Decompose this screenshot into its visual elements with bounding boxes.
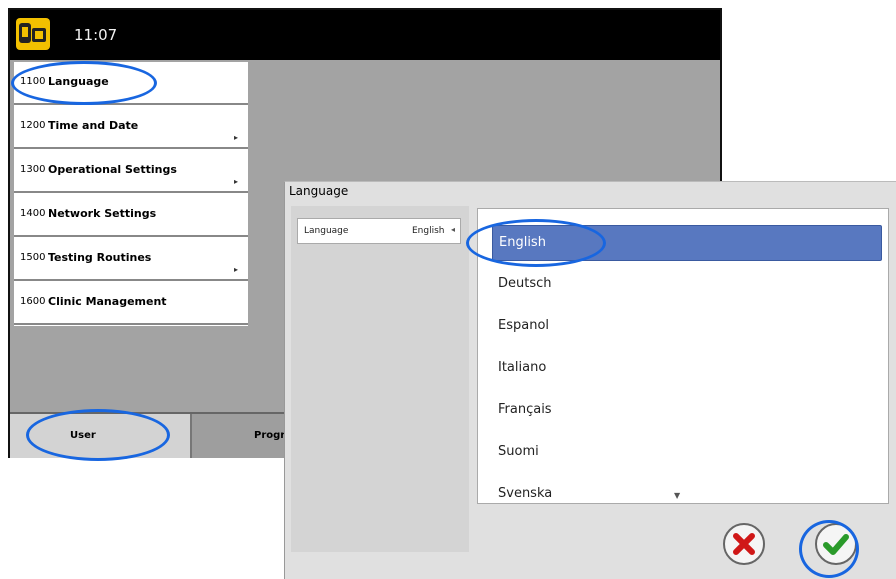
submenu-arrow-icon: ▸ — [233, 265, 238, 274]
option-label: Svenska — [498, 486, 553, 501]
menu-item-testing-routines[interactable]: 1500 Testing Routines ▸ — [14, 238, 248, 281]
menu-item-clinic-management[interactable]: 1600 Clinic Management — [14, 282, 248, 325]
language-option-svenska[interactable]: Svenska — [492, 477, 882, 503]
menu-item-label: Testing Routines — [48, 251, 152, 264]
menu-item-label: Operational Settings — [48, 163, 177, 176]
menu-item-time-and-date[interactable]: 1200 Time and Date ▸ — [14, 106, 248, 149]
selection-indicator-icon: ◂ — [451, 225, 456, 234]
dialog-title: Language — [289, 184, 349, 198]
menu-item-code: 1300 — [20, 164, 46, 175]
language-option-deutsch[interactable]: Deutsch — [492, 267, 882, 303]
language-option-italiano[interactable]: Italiano — [492, 351, 882, 387]
option-label: Deutsch — [498, 276, 552, 291]
language-option-suomi[interactable]: Suomi — [492, 435, 882, 471]
language-option-francais[interactable]: Français — [492, 393, 882, 429]
cancel-x-icon — [733, 533, 755, 555]
menu-item-code: 1500 — [20, 252, 46, 263]
clock-time: 11:07 — [74, 26, 118, 44]
highlight-ellipse-user-tab — [26, 409, 170, 461]
setting-value: English — [412, 226, 445, 236]
language-option-espanol[interactable]: Espanol — [492, 309, 882, 345]
option-label: Français — [498, 402, 552, 417]
scroll-down-icon[interactable]: ▼ — [674, 491, 680, 500]
cancel-button[interactable] — [723, 523, 765, 565]
tab-programs-label: Progr — [254, 430, 286, 441]
highlight-ellipse-language — [11, 61, 157, 105]
menu-item-code: 1600 — [20, 296, 46, 307]
highlight-ellipse-english — [466, 219, 606, 267]
submenu-arrow-icon: ▸ — [233, 177, 238, 186]
highlight-ellipse-confirm — [799, 520, 859, 578]
option-label: Suomi — [498, 444, 539, 459]
menu-item-operational-settings[interactable]: 1300 Operational Settings ▸ — [14, 150, 248, 193]
option-label: Italiano — [498, 360, 547, 375]
menu-item-label: Time and Date — [48, 119, 139, 132]
status-bar: 11:07 — [10, 10, 720, 60]
language-setting-row[interactable]: Language English ◂ — [297, 218, 461, 244]
menu-item-code: 1400 — [20, 208, 46, 219]
app-logo-icon — [16, 18, 50, 50]
menu-item-label: Network Settings — [48, 207, 157, 220]
submenu-arrow-icon: ▸ — [233, 133, 238, 142]
setting-label: Language — [304, 226, 349, 236]
menu-item-code: 1200 — [20, 120, 46, 131]
menu-item-network-settings[interactable]: 1400 Network Settings — [14, 194, 248, 237]
option-label: Espanol — [498, 318, 550, 333]
menu-item-label: Clinic Management — [48, 295, 167, 308]
settings-panel: Language English ◂ — [291, 206, 469, 552]
